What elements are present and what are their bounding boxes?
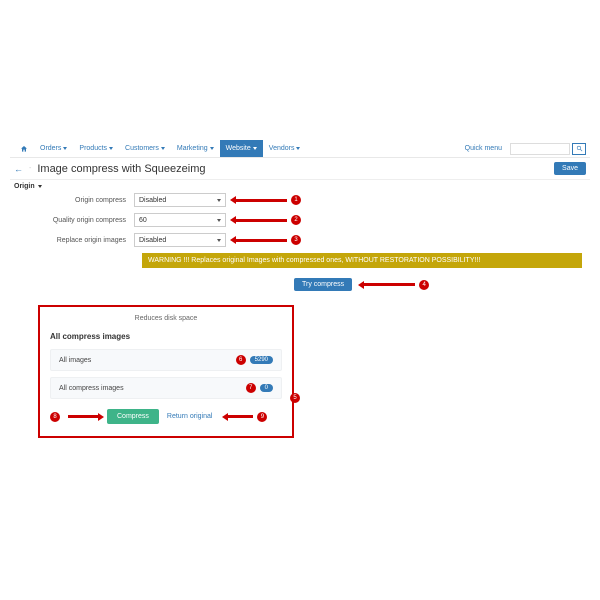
nav-products[interactable]: Products — [73, 140, 119, 157]
origin-compress-select[interactable]: Disabled — [134, 193, 226, 207]
stat-compress-images: All compress images 7 0 — [50, 377, 282, 399]
top-nav: Orders Products Customers Marketing Webs… — [10, 140, 590, 158]
compress-count: 0 — [260, 384, 273, 392]
panel-heading: All compress images — [50, 332, 282, 341]
annotation-arrow — [222, 413, 253, 421]
quick-menu-link[interactable]: Quick menu — [465, 145, 502, 152]
compress-panel: 5 Reduces disk space All compress images… — [38, 305, 294, 438]
annotation-arrow — [230, 216, 287, 224]
search-input[interactable] — [510, 143, 570, 155]
search-icon — [576, 145, 583, 152]
replace-select[interactable]: Disabled — [134, 233, 226, 247]
panel-subtitle: Reduces disk space — [50, 315, 282, 322]
annotation-arrow — [358, 281, 415, 289]
title-bar: ← - Image compress with Squeezeimg Save — [10, 158, 590, 180]
nav-website[interactable]: Website — [220, 140, 263, 157]
chevron-down-icon — [210, 147, 214, 150]
nav-customers[interactable]: Customers — [119, 140, 171, 157]
annotation-9: 9 — [257, 412, 267, 422]
compress-button[interactable]: Compress — [107, 409, 159, 424]
nav-orders[interactable]: Orders — [34, 140, 73, 157]
save-button[interactable]: Save — [554, 162, 586, 175]
nav-vendors[interactable]: Vendors — [263, 140, 307, 157]
annotation-2: 2 — [291, 215, 301, 225]
chevron-down-icon — [161, 147, 165, 150]
chevron-down-icon — [253, 147, 257, 150]
chevron-down-icon — [109, 147, 113, 150]
annotation-arrow — [230, 196, 287, 204]
annotation-arrow — [230, 236, 287, 244]
warning-banner: WARNING !!! Replaces original Images wit… — [142, 253, 582, 268]
page-title: Image compress with Squeezeimg — [37, 163, 548, 175]
annotation-4: 4 — [419, 280, 429, 290]
annotation-5: 5 — [290, 393, 300, 403]
origin-section-header[interactable]: Origin — [10, 180, 590, 193]
annotation-8: 8 — [50, 412, 60, 422]
annotation-1: 1 — [291, 195, 301, 205]
annotation-arrow — [68, 413, 103, 421]
quality-select[interactable]: 60 — [134, 213, 226, 227]
quality-label: Quality origin compress — [14, 217, 134, 224]
try-compress-button[interactable]: Try compress — [294, 278, 352, 291]
search-button[interactable] — [572, 143, 586, 155]
nav-marketing[interactable]: Marketing — [171, 140, 220, 157]
annotation-3: 3 — [291, 235, 301, 245]
home-icon[interactable] — [14, 140, 34, 157]
chevron-down-icon — [38, 185, 42, 188]
chevron-down-icon — [63, 147, 67, 150]
back-icon[interactable]: ← — [14, 164, 23, 174]
return-original-button[interactable]: Return original — [159, 409, 221, 424]
chevron-down-icon — [296, 147, 300, 150]
stat-all-images: All images 6 5290 — [50, 349, 282, 371]
annotation-7: 7 — [246, 383, 256, 393]
annotation-6: 6 — [236, 355, 246, 365]
all-images-count: 5290 — [250, 356, 273, 364]
replace-label: Replace origin images — [14, 237, 134, 244]
origin-compress-label: Origin compress — [14, 197, 134, 204]
